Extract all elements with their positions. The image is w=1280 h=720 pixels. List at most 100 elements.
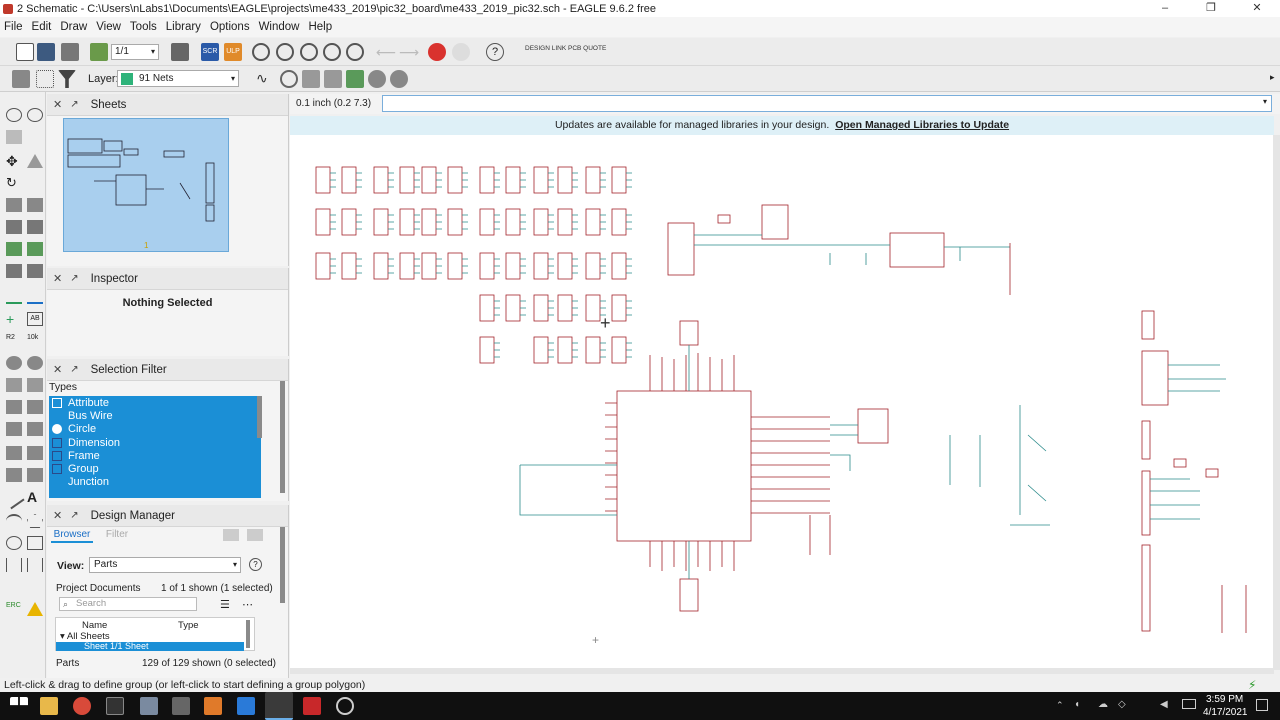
terminal-icon[interactable] — [106, 697, 124, 715]
filter-tool-icon[interactable] — [223, 529, 239, 541]
sheet-select[interactable]: 1/1 ▾ — [111, 44, 159, 60]
split-icon[interactable] — [27, 356, 43, 370]
replace-icon[interactable] — [27, 242, 43, 256]
filter-item-group[interactable]: Group — [49, 462, 261, 475]
menu-window[interactable]: Window — [259, 21, 300, 33]
redo-icon[interactable]: ⟶ — [399, 43, 419, 61]
board-switch-icon[interactable] — [90, 43, 108, 61]
close-icon[interactable]: ✕ — [53, 98, 62, 111]
tree-row-all-sheets[interactable]: ▾ All Sheets — [60, 631, 110, 642]
move-icon[interactable]: ✥ — [6, 154, 22, 168]
undock-icon[interactable]: ↗ — [70, 510, 78, 521]
close-button[interactable]: ✕ — [1234, 0, 1280, 17]
part-symbol[interactable] — [585, 208, 601, 236]
pcb-quote-button[interactable]: PCB QUOTE — [568, 45, 606, 52]
zoom-tool-icon[interactable] — [247, 529, 263, 541]
ripup-icon[interactable] — [6, 446, 22, 460]
menu-draw[interactable]: Draw — [60, 21, 87, 33]
part-symbol[interactable] — [505, 294, 521, 322]
column-name[interactable]: Name — [82, 620, 107, 631]
bus-icon[interactable] — [6, 400, 22, 414]
part-symbol[interactable] — [585, 166, 601, 194]
view-select[interactable]: Parts ▾ — [89, 557, 241, 573]
part-symbol[interactable] — [421, 166, 437, 194]
menu-library[interactable]: Library — [166, 21, 201, 33]
polygon-icon[interactable] — [27, 514, 43, 528]
filter-list-scrollbar[interactable] — [257, 396, 262, 438]
chrome-icon[interactable] — [73, 697, 91, 715]
part-symbol[interactable] — [315, 166, 331, 194]
info-icon[interactable] — [6, 108, 22, 122]
toolbar-overflow-icon[interactable]: ▸ — [1270, 72, 1275, 83]
part-symbol[interactable] — [315, 252, 331, 280]
clock-date[interactable]: 4/17/2021 — [1203, 707, 1248, 718]
circle-icon[interactable] — [6, 536, 22, 550]
column-type[interactable]: Type — [178, 620, 199, 631]
part-symbol[interactable] — [341, 166, 357, 194]
filter-item-dimension[interactable]: Dimension — [49, 436, 261, 449]
schematic-canvas[interactable]: + + — [290, 135, 1274, 670]
start-icon[interactable] — [10, 697, 28, 706]
part-symbol[interactable] — [611, 252, 627, 280]
help-icon[interactable]: ? — [249, 558, 262, 571]
filter-item-junction[interactable]: Junction — [49, 476, 261, 489]
zoom-out-icon[interactable] — [300, 43, 318, 61]
grid-icon[interactable] — [36, 70, 54, 88]
part-symbol[interactable] — [505, 252, 521, 280]
eagle-taskbar-icon[interactable] — [265, 692, 293, 720]
acrobat-icon[interactable] — [303, 697, 321, 715]
menu-edit[interactable]: Edit — [32, 21, 52, 33]
stop-icon[interactable] — [428, 43, 446, 61]
part-symbol[interactable] — [373, 252, 389, 280]
paste-icon[interactable] — [27, 198, 43, 212]
part-symbol[interactable] — [399, 208, 415, 236]
part-symbol[interactable] — [557, 294, 573, 322]
mirror-icon[interactable] — [27, 154, 43, 168]
new-file-icon[interactable] — [16, 43, 34, 61]
rotate-icon[interactable]: ↻ — [6, 176, 22, 190]
part-symbol[interactable] — [447, 208, 463, 236]
more-options-icon[interactable]: ⋯ — [242, 598, 253, 611]
ulp-button[interactable]: ULP — [224, 43, 242, 61]
go-icon[interactable] — [452, 43, 470, 61]
part-symbol[interactable] — [479, 208, 495, 236]
search-input[interactable]: ⌕ Search — [59, 597, 197, 611]
part-symbol[interactable] — [557, 336, 573, 364]
undock-icon[interactable]: ↗ — [70, 273, 78, 284]
label-icon[interactable]: AB — [27, 312, 43, 326]
zoom-area-icon[interactable] — [346, 43, 364, 61]
close-icon[interactable]: ✕ — [53, 509, 62, 522]
command-line-input[interactable]: ▾ — [382, 95, 1272, 112]
part-symbol[interactable] — [505, 208, 521, 236]
part-symbol[interactable] — [611, 336, 627, 364]
zoom-in-icon[interactable] — [276, 43, 294, 61]
menu-view[interactable]: View — [96, 21, 121, 33]
net-icon[interactable] — [27, 290, 43, 304]
zoom-select-icon[interactable] — [280, 70, 298, 88]
filter-icon[interactable] — [58, 70, 76, 88]
attribute-icon[interactable] — [27, 400, 43, 414]
smash-icon[interactable] — [6, 356, 22, 370]
menu-file[interactable]: File — [4, 21, 23, 33]
tag-icon[interactable] — [27, 378, 43, 392]
layer-settings-icon[interactable] — [12, 70, 30, 88]
canvas-vertical-scrollbar[interactable] — [1273, 135, 1280, 670]
part-symbol[interactable] — [421, 208, 437, 236]
clock-time[interactable]: 3:59 PM — [1206, 694, 1243, 705]
optimize-icon[interactable] — [6, 468, 22, 482]
panel-scrollbar[interactable] — [280, 381, 285, 493]
part-symbol[interactable] — [479, 252, 495, 280]
measure-icon[interactable] — [27, 558, 43, 572]
open-managed-libraries-link[interactable]: Open Managed Libraries to Update — [835, 119, 1009, 131]
scr-button[interactable]: SCR — [201, 43, 219, 61]
part-symbol[interactable] — [341, 208, 357, 236]
filter-item-attribute[interactable]: Attribute — [49, 396, 261, 409]
save-icon[interactable] — [37, 43, 55, 61]
gateswap-icon[interactable] — [27, 422, 43, 436]
part-symbol[interactable] — [373, 208, 389, 236]
part-symbol[interactable] — [585, 336, 601, 364]
help-icon[interactable]: ? — [486, 43, 504, 61]
tool-a-icon[interactable] — [302, 70, 320, 88]
part-symbol[interactable] — [399, 166, 415, 194]
zoom-redraw-icon[interactable] — [323, 43, 341, 61]
